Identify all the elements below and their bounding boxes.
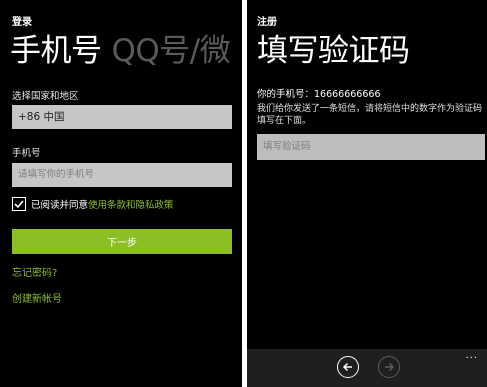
back-button[interactable] [337,356,359,378]
terms-link[interactable]: 使用条款和隐私政策 [88,197,174,211]
more-menu-button[interactable]: ... [465,350,478,361]
pivot-header: 手机号 QQ号/微 [10,31,231,71]
pivot-item-qq[interactable]: QQ号/微 [112,33,231,69]
check-icon [14,200,24,209]
arrow-right-circle-icon [385,362,395,372]
verification-code-input[interactable]: 填写验证码 [257,134,485,160]
verify-screen: 注册 填写验证码 你的手机号：16666666666 我们给你发送了一条短信，请… [247,0,487,387]
agree-text: 已阅读并同意 [31,200,89,211]
arrow-left-circle-icon [342,362,352,372]
create-account-link[interactable]: 创建新帐号 [12,290,62,305]
next-step-button[interactable] [378,356,400,378]
app-title: 注册 [257,17,277,28]
page-title: 填写验证码 [257,33,410,69]
agree-row: 已阅读并同意 使用条款和隐私政策 [12,196,174,212]
agree-checkbox[interactable] [12,197,26,211]
forgot-password-link[interactable]: 忘记密码? [12,264,57,279]
phone-input[interactable]: 请填写你的手机号 [12,163,232,187]
country-select[interactable]: +86 中国 [12,105,232,129]
pivot-item-phone[interactable]: 手机号 [10,33,102,69]
app-bar: ... [247,349,487,387]
phone-label: 手机号 [12,148,41,159]
app-title: 登录 [12,17,32,28]
phone-number-text: 你的手机号：16666666666 [257,89,381,100]
next-button[interactable]: 下一步 [12,229,232,254]
login-screen: 登录 手机号 QQ号/微 选择国家和地区 +86 中国 手机号 请填写你的手机号 … [0,0,242,387]
sms-description: 我们给你发送了一条短信，请将短信中的数字作为验证码填写在下面。 [257,104,483,126]
country-label: 选择国家和地区 [12,91,79,102]
